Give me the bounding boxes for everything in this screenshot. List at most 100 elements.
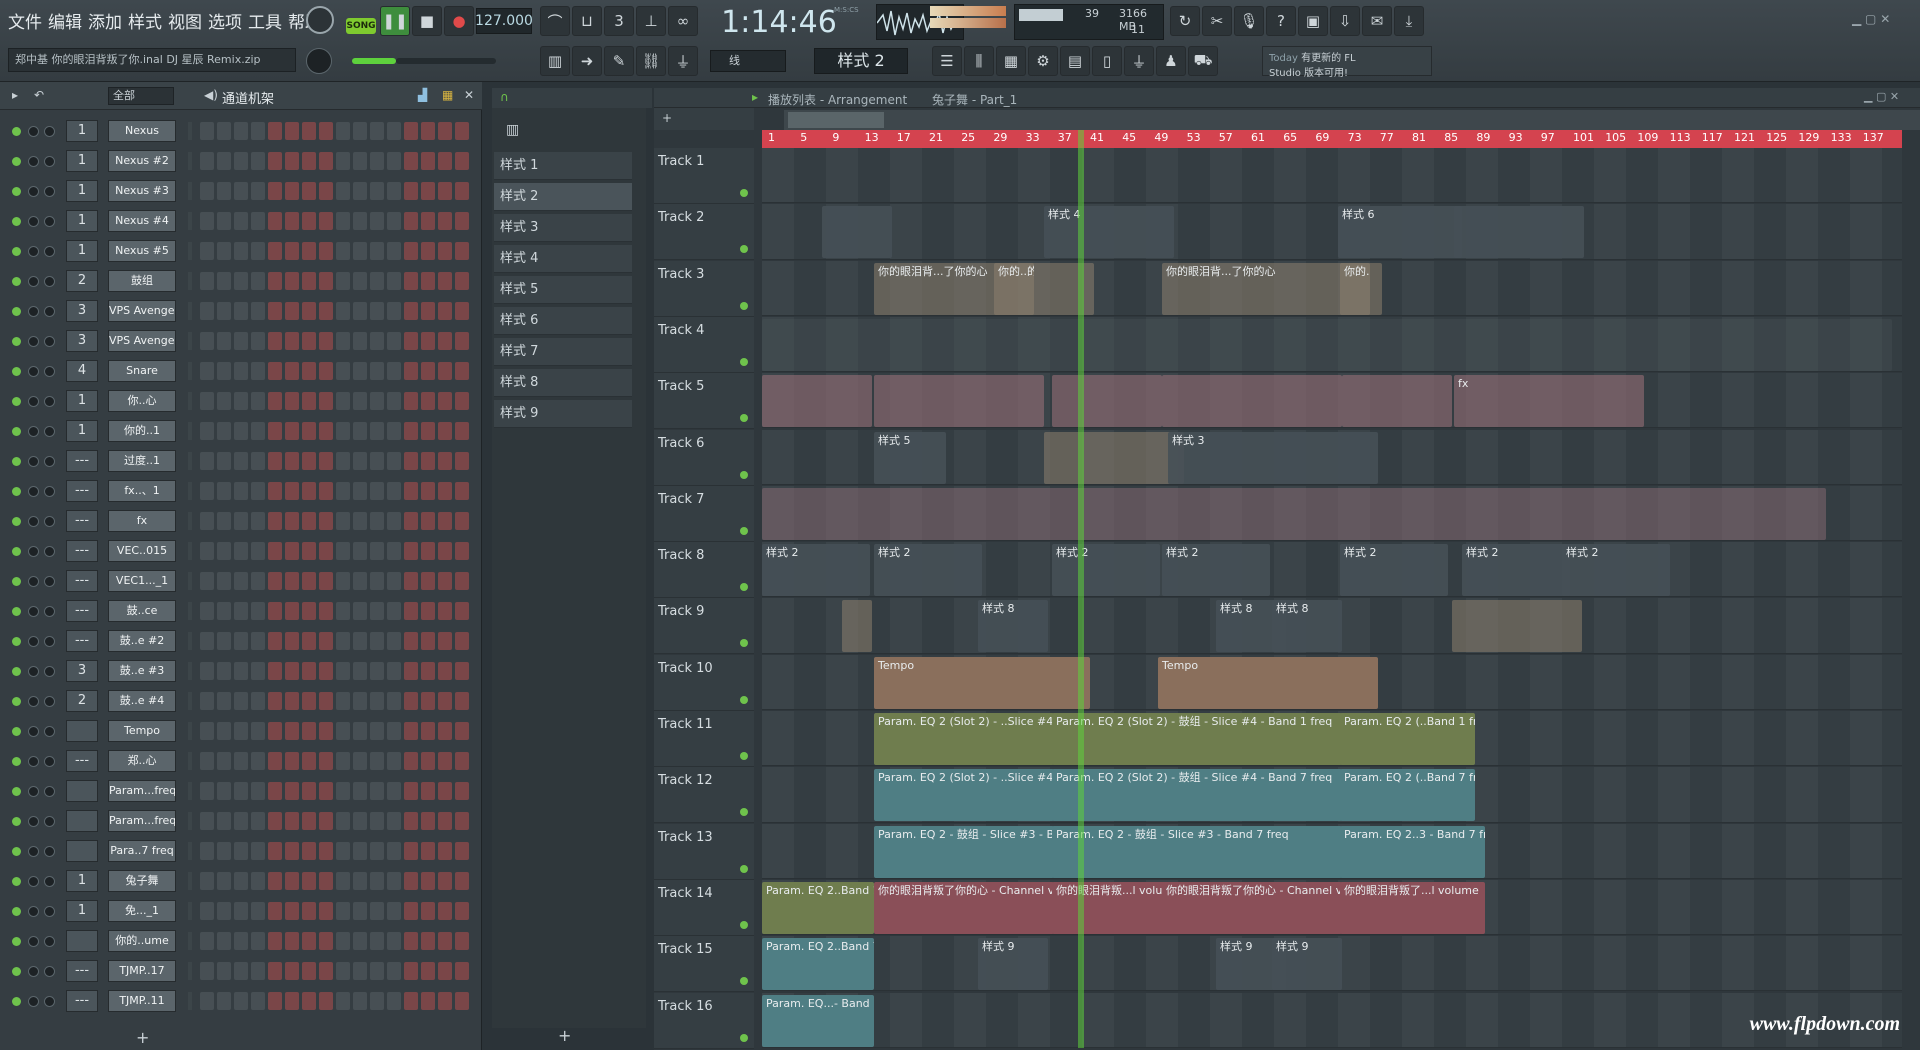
magnet-icon[interactable]: ∩ (500, 90, 509, 104)
step-button[interactable] (353, 332, 367, 350)
step-button[interactable] (268, 302, 282, 320)
playlist-clip[interactable]: Param. EQ 2 - 鼓组 - Slice #3 - Band 7 fre… (874, 825, 1054, 878)
step-button[interactable] (387, 572, 401, 590)
playlist-window-controls[interactable]: ▁ ▢ ✕ (1864, 90, 1899, 103)
step-button[interactable] (438, 452, 452, 470)
playlist-clip[interactable] (1162, 375, 1342, 428)
step-button[interactable] (200, 422, 214, 440)
channel-name-button[interactable]: fx..、1 (108, 480, 176, 502)
step-button[interactable] (455, 722, 469, 740)
step-button[interactable] (387, 842, 401, 860)
step-button[interactable] (200, 482, 214, 500)
loop-record-button[interactable]: ∞ (668, 6, 698, 36)
step-button[interactable] (302, 782, 316, 800)
step-button[interactable] (370, 452, 384, 470)
step-button[interactable] (370, 692, 384, 710)
templates-button[interactable]: ▯ (1092, 46, 1122, 76)
step-button[interactable] (455, 992, 469, 1010)
playhead[interactable] (1078, 130, 1084, 1048)
step-button[interactable] (200, 152, 214, 170)
channel-row[interactable]: Tempo (0, 716, 480, 746)
step-edit-button[interactable]: ⊥ (636, 6, 666, 36)
step-button[interactable] (251, 272, 265, 290)
step-button[interactable] (404, 692, 418, 710)
chat-button[interactable]: ✉ (1362, 6, 1392, 36)
track-header[interactable]: Track 10 (654, 654, 754, 711)
channel-name-button[interactable]: Nexus #4 (108, 210, 176, 232)
step-button[interactable] (268, 332, 282, 350)
plugin-picker-button[interactable]: ⚙ (1028, 46, 1058, 76)
step-button[interactable] (200, 632, 214, 650)
step-button[interactable] (217, 122, 231, 140)
channel-name-button[interactable]: 你的..1 (108, 420, 176, 442)
step-button[interactable] (387, 992, 401, 1010)
step-button[interactable] (421, 812, 435, 830)
channel-mixer-track[interactable]: --- (66, 510, 98, 532)
step-button[interactable] (200, 662, 214, 680)
channel-mixer-track[interactable]: 1 (66, 150, 98, 172)
step-button[interactable] (319, 842, 333, 860)
step-button[interactable] (217, 332, 231, 350)
step-button[interactable] (353, 542, 367, 560)
channel-volume-knob[interactable] (44, 606, 55, 617)
step-button[interactable] (336, 182, 350, 200)
channel-row[interactable]: 1 你的..1 (0, 416, 480, 446)
step-button[interactable] (234, 542, 248, 560)
channel-mixer-track[interactable]: --- (66, 960, 98, 982)
step-button[interactable] (268, 632, 282, 650)
step-button[interactable] (438, 662, 452, 680)
step-button[interactable] (421, 962, 435, 980)
channel-select[interactable] (188, 542, 192, 560)
channel-select[interactable] (188, 242, 192, 260)
step-button[interactable] (302, 362, 316, 380)
channel-volume-knob[interactable] (44, 216, 55, 227)
playlist-clip[interactable] (1342, 375, 1452, 428)
step-button[interactable] (200, 812, 214, 830)
step-button[interactable] (234, 302, 248, 320)
step-button[interactable] (268, 542, 282, 560)
step-button[interactable] (285, 392, 299, 410)
step-button[interactable] (251, 602, 265, 620)
channel-mixer-track[interactable]: 1 (66, 180, 98, 202)
step-button[interactable] (438, 272, 452, 290)
channel-select[interactable] (188, 422, 192, 440)
channel-mute-led[interactable] (12, 937, 21, 946)
step-button[interactable] (319, 152, 333, 170)
channel-pan-knob[interactable] (28, 396, 39, 407)
step-button[interactable] (353, 422, 367, 440)
channel-volume-knob[interactable] (44, 966, 55, 977)
channel-name-button[interactable]: Param...freq (108, 810, 176, 832)
channel-mixer-track[interactable]: 4 (66, 360, 98, 382)
update-notice[interactable]: Today 有更新的 FL Studio 版本可用! (1262, 46, 1432, 79)
step-button[interactable] (200, 122, 214, 140)
step-button[interactable] (455, 812, 469, 830)
step-button[interactable] (200, 362, 214, 380)
step-button[interactable] (234, 602, 248, 620)
step-button[interactable] (285, 872, 299, 890)
step-button[interactable] (370, 902, 384, 920)
channel-volume-knob[interactable] (44, 936, 55, 947)
channel-volume-knob[interactable] (44, 636, 55, 647)
step-button[interactable] (336, 392, 350, 410)
step-button[interactable] (438, 482, 452, 500)
step-button[interactable] (200, 512, 214, 530)
step-button[interactable] (268, 872, 282, 890)
step-button[interactable] (319, 752, 333, 770)
channel-mute-led[interactable] (12, 757, 21, 766)
step-button[interactable] (319, 902, 333, 920)
step-button[interactable] (404, 662, 418, 680)
channel-volume-knob[interactable] (44, 246, 55, 257)
step-button[interactable] (404, 932, 418, 950)
step-button[interactable] (268, 722, 282, 740)
playlist-clip[interactable]: Param. EQ 2 (..Band 7 freq (1340, 769, 1475, 822)
playlist-overview[interactable] (784, 110, 1920, 130)
playlist-clip[interactable]: 样式 9 (978, 938, 1048, 991)
channel-select[interactable] (188, 182, 192, 200)
step-button[interactable] (370, 392, 384, 410)
song-time-display[interactable]: 1:14:46 (721, 4, 837, 40)
step-button[interactable] (285, 572, 299, 590)
step-button[interactable] (404, 332, 418, 350)
step-button[interactable] (455, 902, 469, 920)
step-button[interactable] (234, 272, 248, 290)
step-button[interactable] (302, 752, 316, 770)
